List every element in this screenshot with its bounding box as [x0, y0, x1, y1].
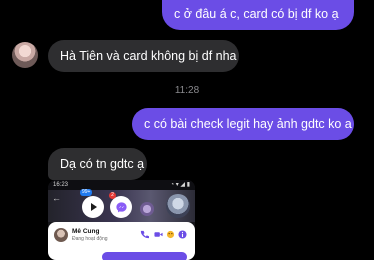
- screenshot-status-bar: 16:23 ◔ ▾ ◢ ▮: [48, 180, 195, 190]
- incoming-message-2[interactable]: Dạ có tn gdtc ạ: [48, 148, 147, 180]
- messenger-icon: [110, 196, 132, 218]
- notification-count-badge: 99+: [80, 189, 93, 196]
- attached-screenshot[interactable]: 16:23 ◔ ▾ ◢ ▮ ← 99+ 2 Mê Cung Đang hoạt …: [48, 180, 195, 260]
- screenshot-status-time: 16:23: [53, 182, 69, 188]
- video-profile-avatar: [166, 194, 190, 218]
- screenshot-contact-avatar: [54, 228, 68, 242]
- screenshot-status-icons: ◔ ▾ ◢ ▮: [170, 182, 190, 188]
- back-arrow-icon: ←: [52, 193, 61, 203]
- video-thumbnail-avatar: [140, 202, 154, 216]
- outgoing-message-2[interactable]: c có bài check legit hay ảnh gdtc ko a: [132, 108, 354, 140]
- incoming-message-1[interactable]: Hà Tiên và card không bị df nha: [48, 40, 239, 72]
- messenger-unread-badge: 2: [109, 192, 116, 199]
- play-icon: [82, 196, 104, 218]
- outgoing-message-1[interactable]: c ở đâu á c, card có bị df ko ạ: [162, 0, 354, 30]
- phone-icon: [140, 230, 149, 239]
- screenshot-message-bubble: [102, 252, 187, 260]
- message-timestamp: 11:28: [174, 85, 200, 96]
- reaction-emoji-icon: [166, 230, 175, 239]
- screenshot-chat-header: Mê Cung Đang hoạt động: [48, 222, 195, 260]
- info-icon: [178, 230, 187, 239]
- screenshot-contact-name: Mê Cung: [72, 228, 100, 235]
- video-call-icon: [154, 232, 163, 237]
- screenshot-contact-status: Đang hoạt động: [72, 236, 108, 242]
- contact-avatar[interactable]: [12, 42, 38, 68]
